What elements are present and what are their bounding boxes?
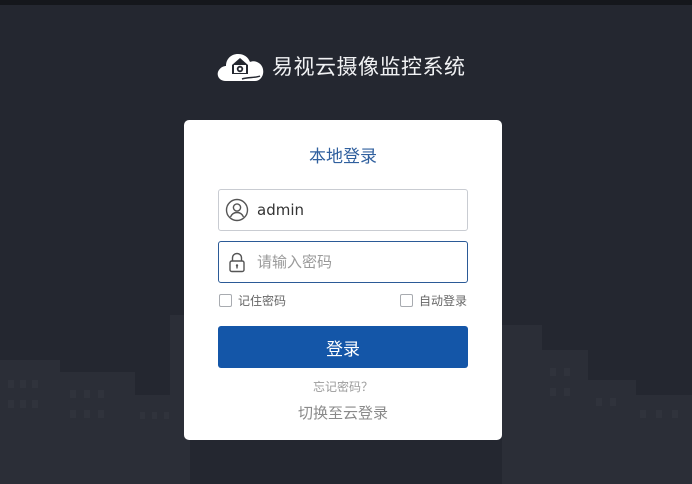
forgot-password-link[interactable]: 忘记密码？ <box>184 378 502 395</box>
remember-password-label: 记住密码 <box>238 294 287 308</box>
auto-login-label: 自动登录 <box>419 294 468 308</box>
user-icon <box>225 198 249 222</box>
app-title: 易视云摄像监控系统 <box>272 55 466 79</box>
brand-header: 易视云摄像监控系统 <box>216 48 466 84</box>
username-input[interactable] <box>257 190 457 230</box>
login-button[interactable]: 登录 <box>218 326 468 368</box>
switch-to-cloud-login-link[interactable]: 切换至云登录 <box>184 402 502 423</box>
login-card: 本地登录 记住密码 自动登录 登录 忘记密码？ 切换至云登录 <box>184 120 502 440</box>
username-field[interactable] <box>218 189 468 231</box>
auto-login-checkbox[interactable] <box>400 294 413 307</box>
auto-login-option[interactable]: 自动登录 <box>400 292 467 309</box>
cloud-camera-logo-icon <box>217 54 264 81</box>
login-card-title: 本地登录 <box>309 147 377 167</box>
password-input[interactable] <box>257 242 457 282</box>
lock-icon <box>229 252 245 273</box>
password-field[interactable] <box>218 241 468 283</box>
remember-password-checkbox[interactable] <box>219 294 232 307</box>
remember-password-option[interactable]: 记住密码 <box>219 292 286 309</box>
